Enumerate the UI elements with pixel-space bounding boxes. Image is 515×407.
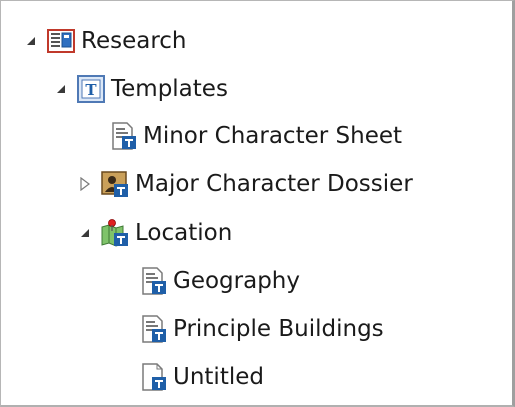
templates-folder-icon: T [77, 75, 105, 103]
svg-text:T: T [85, 81, 97, 99]
character-photo-template-icon [101, 170, 129, 198]
binder-item-label: Minor Character Sheet [143, 122, 403, 149]
binder-item-label: Research [81, 27, 187, 54]
binder-item-label: Principle Buildings [173, 315, 384, 342]
binder-item-templates[interactable]: T Templates [53, 69, 228, 109]
expand-arrow-icon[interactable] [77, 225, 93, 241]
binder-item-label: Templates [111, 75, 228, 102]
binder-item-label: Untitled [173, 363, 264, 390]
binder-item-major-character-dossier[interactable]: Major Character Dossier [77, 164, 413, 204]
binder-item-label: Major Character Dossier [135, 170, 413, 197]
binder-item-label: Geography [173, 267, 300, 294]
template-document-icon [139, 267, 167, 295]
binder-item-principle-buildings[interactable]: Principle Buildings [115, 309, 384, 349]
binder-item-minor-character-sheet[interactable]: Minor Character Sheet [85, 116, 402, 156]
template-document-icon [109, 122, 137, 150]
location-map-template-icon [101, 219, 129, 247]
binder-item-geography[interactable]: Geography [115, 261, 300, 301]
binder-item-location[interactable]: Location [77, 213, 232, 253]
binder-panel: Research T Templates Minor Character She… [0, 0, 515, 407]
template-document-icon [139, 315, 167, 343]
binder-item-research[interactable]: Research [23, 21, 187, 61]
collapse-arrow-icon[interactable] [77, 176, 93, 192]
expand-arrow-icon[interactable] [23, 33, 39, 49]
binder-item-label: Location [135, 219, 233, 246]
blank-template-document-icon [139, 363, 167, 391]
research-folder-icon [47, 27, 75, 55]
expand-arrow-icon[interactable] [53, 81, 69, 97]
binder-item-untitled[interactable]: Untitled [115, 357, 264, 397]
